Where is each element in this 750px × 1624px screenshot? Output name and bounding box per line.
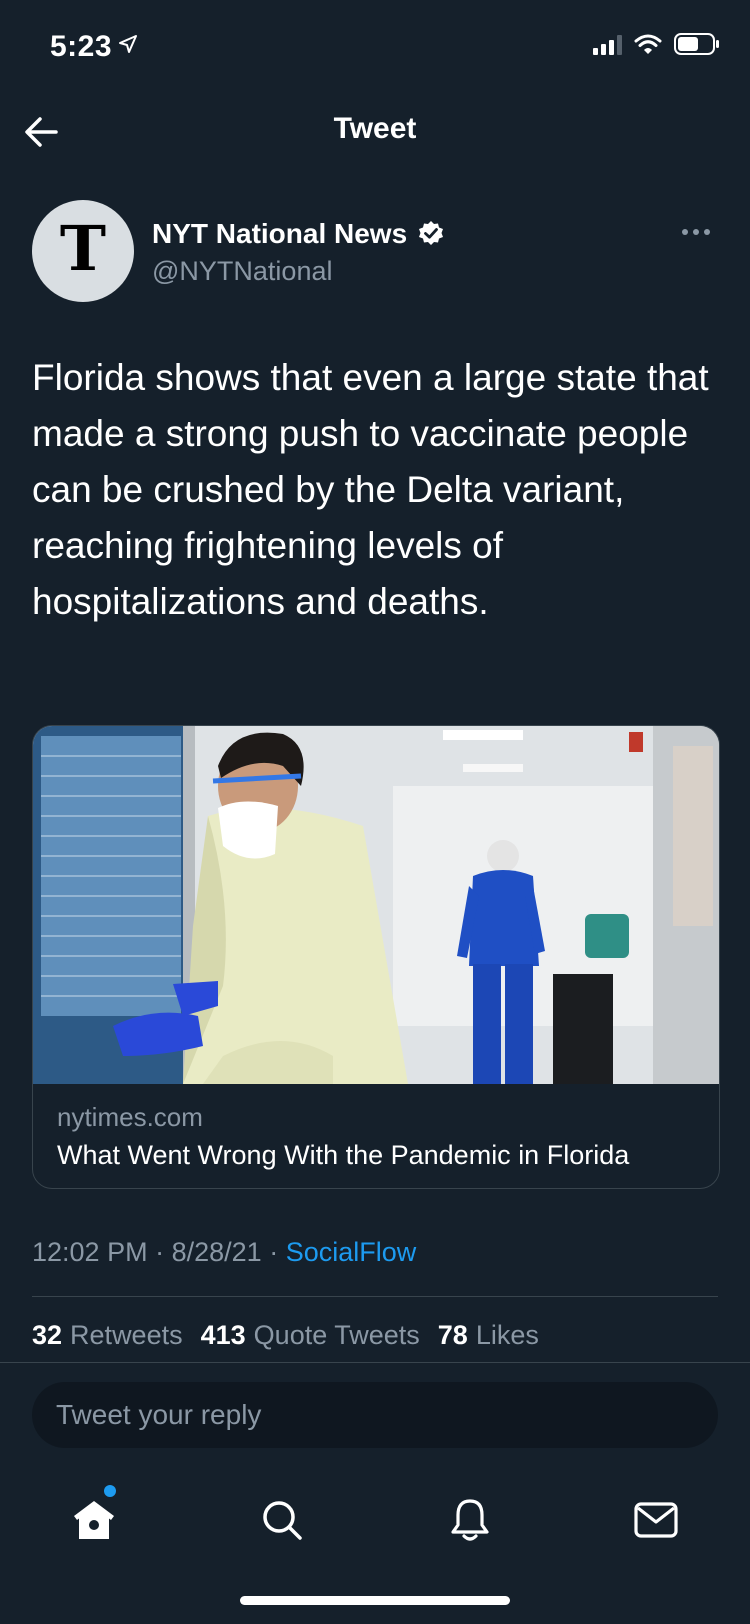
status-indicators (593, 32, 720, 56)
likes-count: 78 (437, 1320, 468, 1350)
quote-tweets-label: Quote Tweets (253, 1320, 420, 1350)
tweet-stats: 32 Retweets 413 Quote Tweets 78 Likes (32, 1320, 539, 1351)
notifications-icon (451, 1499, 489, 1541)
tab-notifications[interactable] (440, 1490, 500, 1550)
page-title: Tweet (333, 112, 417, 145)
notification-dot (104, 1485, 116, 1497)
reply-placeholder: Tweet your reply (56, 1399, 262, 1430)
home-icon (74, 1501, 114, 1539)
verified-badge-icon (419, 221, 444, 245)
likes-label: Likes (475, 1320, 539, 1350)
divider (32, 1296, 718, 1297)
retweets-label: Retweets (70, 1320, 183, 1350)
tweet-time: 12:02 PM (32, 1237, 148, 1267)
meta-separator: · (155, 1237, 165, 1267)
quote-tweets-count: 413 (200, 1320, 246, 1350)
tweet-meta: 12:02 PM · 8/28/21 · SocialFlow (32, 1237, 416, 1268)
quote-tweets-stat[interactable]: 413 Quote Tweets (201, 1320, 420, 1351)
likes-stat[interactable]: 78 Likes (438, 1320, 539, 1351)
location-arrow-icon (119, 35, 137, 53)
card-title: What Went Wrong With the Pandemic in Flo… (57, 1140, 630, 1170)
tweet-source-link[interactable]: SocialFlow (286, 1237, 417, 1267)
divider (0, 1362, 750, 1363)
more-options-icon[interactable] (676, 222, 716, 242)
tweet-date: 8/28/21 (171, 1237, 262, 1267)
status-time: 5:23 (50, 30, 113, 63)
signal-icon (593, 33, 622, 55)
messages-icon (634, 1502, 678, 1538)
tab-search[interactable] (252, 1490, 312, 1550)
author-name-label: NYT National News (152, 218, 408, 249)
tab-home[interactable] (64, 1490, 124, 1550)
retweets-count: 32 (32, 1320, 63, 1350)
tweet-text: Florida shows that even a large state th… (32, 357, 709, 622)
article-image (33, 726, 719, 1084)
wifi-icon (634, 34, 662, 54)
author-name[interactable]: NYT National News (152, 218, 445, 250)
search-icon (263, 1501, 302, 1540)
home-indicator[interactable] (240, 1596, 510, 1605)
tab-messages[interactable] (626, 1490, 686, 1550)
avatar[interactable]: T (32, 200, 134, 302)
link-card[interactable]: nytimes.com What Went Wrong With the Pan… (32, 725, 720, 1189)
author-handle[interactable]: @NYTNational (152, 256, 332, 287)
meta-separator: · (269, 1237, 279, 1267)
retweets-stat[interactable]: 32 Retweets (32, 1320, 183, 1351)
nyt-logo: T (59, 212, 107, 285)
battery-icon (674, 33, 719, 55)
card-domain: nytimes.com (57, 1102, 203, 1132)
reply-input[interactable]: Tweet your reply (32, 1382, 718, 1448)
